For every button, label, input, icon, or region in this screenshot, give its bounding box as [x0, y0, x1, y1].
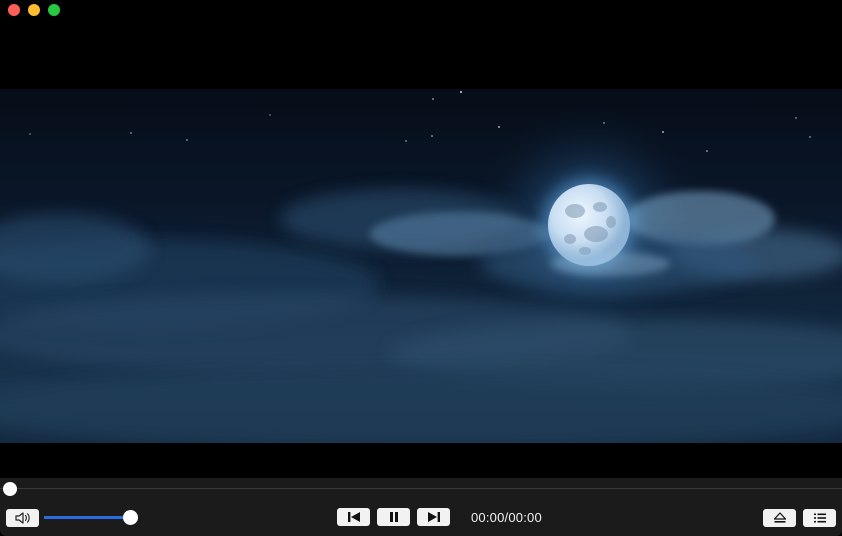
skip-back-icon	[347, 512, 360, 522]
speaker-icon	[14, 512, 30, 524]
volume-knob[interactable]	[123, 510, 138, 525]
volume-slider[interactable]	[44, 516, 130, 519]
window-controls	[8, 4, 60, 16]
skip-forward-icon	[427, 512, 440, 522]
volume-button[interactable]	[6, 509, 39, 527]
playback-controls-bar: 00:00/00:00	[0, 478, 842, 536]
maximize-window-button[interactable]	[48, 4, 60, 16]
seek-track	[0, 488, 842, 489]
seek-bar[interactable]	[0, 478, 842, 500]
previous-button[interactable]	[337, 508, 370, 526]
eject-icon	[773, 512, 786, 523]
list-icon	[813, 513, 826, 523]
video-frame[interactable]	[0, 89, 842, 443]
time-display: 00:00/00:00	[471, 510, 542, 525]
minimize-window-button[interactable]	[28, 4, 40, 16]
pause-icon	[389, 512, 398, 522]
seek-knob[interactable]	[3, 482, 17, 496]
eject-button[interactable]	[763, 509, 796, 527]
next-button[interactable]	[417, 508, 450, 526]
pause-button[interactable]	[377, 508, 410, 526]
close-window-button[interactable]	[8, 4, 20, 16]
player-window: 00:00/00:00	[0, 0, 842, 536]
playlist-button[interactable]	[803, 509, 836, 527]
volume-fill	[44, 516, 130, 519]
